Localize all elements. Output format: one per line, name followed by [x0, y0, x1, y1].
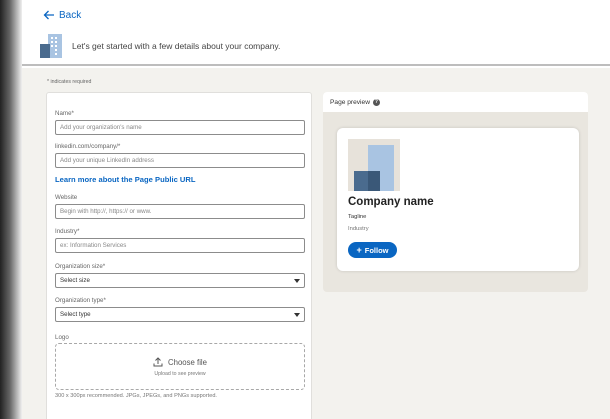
- choose-file-button[interactable]: Choose file: [56, 357, 304, 367]
- arrow-left-icon: [43, 10, 54, 20]
- name-field: Name* Add your organization's name: [55, 110, 305, 135]
- org-type-value: Select type: [60, 311, 91, 318]
- required-note: * indicates required: [47, 79, 92, 85]
- follow-button[interactable]: + Follow: [348, 242, 397, 258]
- logo-label: Logo: [55, 334, 69, 341]
- follow-label: Follow: [364, 245, 389, 255]
- back-label: Back: [59, 9, 82, 21]
- building-icon: [354, 145, 394, 191]
- upload-icon: [153, 357, 163, 367]
- details-form: Name* Add your organization's name linke…: [46, 92, 312, 419]
- page: Back Let's get started with a few detail…: [0, 0, 610, 419]
- chevron-down-icon: [294, 278, 300, 283]
- left-edge-shadow: [0, 0, 22, 419]
- learn-more-link[interactable]: Learn more about the Page Public URL: [55, 175, 196, 184]
- industry-input[interactable]: ex: Information Services: [55, 238, 305, 253]
- intro-text: Let's get started with a few details abo…: [72, 41, 281, 51]
- org-type-select[interactable]: Select type: [55, 307, 305, 322]
- name-label: Name*: [55, 110, 74, 117]
- company-logo-placeholder: [348, 139, 400, 191]
- org-size-label: Organization size*: [55, 263, 106, 270]
- industry-field: Industry* ex: Information Services: [55, 228, 305, 253]
- preview-header: Page preview ?: [323, 92, 588, 112]
- logo-upload-dropzone[interactable]: Choose file Upload to see preview: [55, 343, 305, 390]
- page-header: Back Let's get started with a few detail…: [22, 0, 610, 66]
- page-preview-panel: Page preview ? Company name Tagline Indu…: [323, 92, 588, 292]
- url-input[interactable]: Add your unique LinkedIn address: [55, 153, 305, 168]
- content-area: * indicates required Name* Add your orga…: [22, 68, 610, 419]
- company-preview-card: Company name Tagline Industry + Follow: [337, 128, 579, 271]
- intro-row: Let's get started with a few details abo…: [40, 34, 280, 58]
- industry-label: Industry*: [55, 228, 80, 235]
- company-tagline: Tagline: [348, 214, 367, 220]
- back-button[interactable]: Back: [43, 9, 81, 21]
- company-industry: Industry: [348, 226, 369, 232]
- org-type-label: Organization type*: [55, 297, 106, 304]
- logo-size-note: 300 x 300px recommended. JPGs, JPEGs, an…: [55, 393, 217, 399]
- org-size-select[interactable]: Select size: [55, 273, 305, 288]
- url-field: linkedin.com/company/* Add your unique L…: [55, 143, 305, 168]
- preview-title: Page preview: [330, 98, 370, 106]
- org-size-value: Select size: [60, 277, 90, 284]
- choose-file-label: Choose file: [167, 357, 207, 367]
- plus-icon: +: [356, 244, 362, 255]
- website-field: Website Begin with http://, https:// or …: [55, 194, 305, 219]
- chevron-down-icon: [294, 312, 300, 317]
- name-input[interactable]: Add your organization's name: [55, 120, 305, 135]
- website-input[interactable]: Begin with http://, https:// or www.: [55, 204, 305, 219]
- company-name: Company name: [348, 196, 434, 208]
- url-label: linkedin.com/company/*: [55, 143, 121, 150]
- building-icon: [40, 34, 62, 58]
- help-icon[interactable]: ?: [372, 98, 380, 106]
- upload-hint: Upload to see preview: [154, 371, 206, 377]
- org-type-field: Organization type* Select type: [55, 297, 305, 322]
- website-label: Website: [55, 194, 78, 201]
- org-size-field: Organization size* Select size: [55, 263, 305, 288]
